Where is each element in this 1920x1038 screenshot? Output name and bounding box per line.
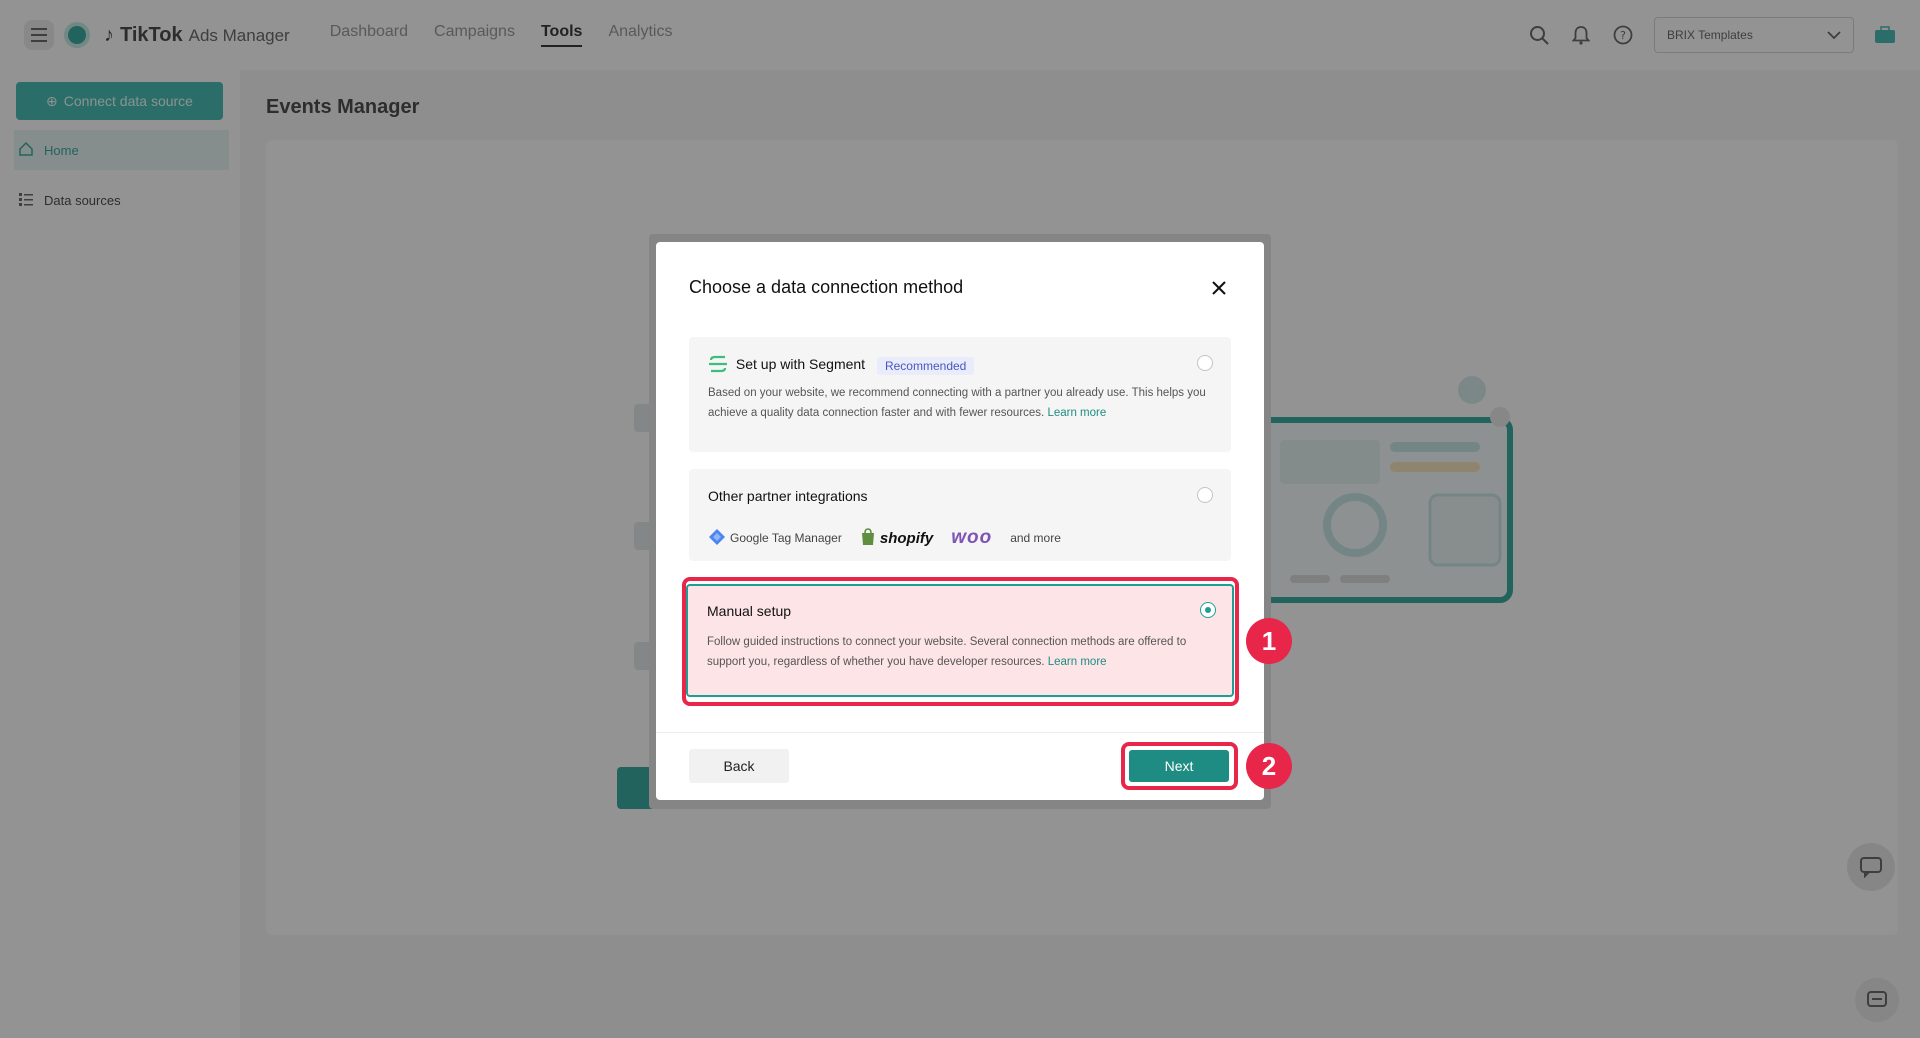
partner-woo: woo (951, 527, 992, 549)
partner-shopify: shopify (860, 527, 934, 549)
google-tag-manager-icon (708, 528, 726, 549)
step-badge-1: 1 (1246, 618, 1292, 664)
close-icon[interactable] (1208, 277, 1230, 299)
shopify-bag-icon (860, 527, 876, 549)
option-segment-radio[interactable] (1197, 355, 1213, 371)
option-segment[interactable]: Set up with Segment Recommended Based on… (689, 337, 1231, 452)
partner-more: and more (1010, 531, 1061, 545)
highlight-next-button (1121, 742, 1238, 790)
option-segment-title: Set up with Segment Recommended (708, 355, 975, 376)
dialog-footer-divider (656, 732, 1264, 733)
recommended-badge: Recommended (876, 356, 975, 375)
back-button[interactable]: Back (689, 749, 789, 783)
segment-icon (708, 355, 728, 376)
option-desc-text: Based on your website, we recommend conn… (708, 387, 1206, 419)
partner-woo-label: woo (951, 527, 993, 548)
option-segment-description: Based on your website, we recommend conn… (708, 383, 1208, 423)
learn-more-link[interactable]: Learn more (1047, 407, 1106, 419)
partner-logos: Google Tag Manager shopify woo and more (708, 527, 1061, 549)
data-connection-dialog: Choose a data connection method Set up w… (656, 242, 1264, 800)
option-title-text: Set up with Segment (735, 356, 866, 373)
partner-gtm-label: Google Tag Manager (730, 531, 842, 545)
highlight-manual-setup (682, 577, 1239, 706)
partner-shopify-label: shopify (879, 529, 934, 547)
partner-gtm: Google Tag Manager (708, 528, 842, 549)
option-partner-title: Other partner integrations (708, 488, 868, 504)
step-badge-2: 2 (1246, 743, 1292, 789)
partner-more-label: and more (1010, 531, 1061, 545)
option-partner-integrations[interactable]: Other partner integrations Google Tag Ma… (689, 469, 1231, 561)
dialog-title: Choose a data connection method (689, 277, 964, 297)
option-partner-radio[interactable] (1197, 487, 1213, 503)
